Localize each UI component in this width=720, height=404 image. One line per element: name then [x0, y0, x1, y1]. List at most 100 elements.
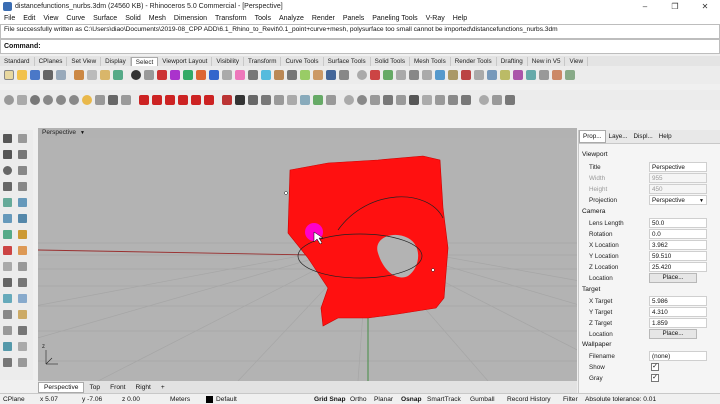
surface-icon[interactable] [3, 198, 12, 207]
menu-file[interactable]: File [0, 15, 19, 22]
tab-visibility[interactable]: Visibility [212, 57, 244, 66]
display-mode-ghosted-icon[interactable] [178, 95, 188, 105]
select-dimensions-icon[interactable] [248, 70, 258, 80]
osnap-intersect-icon[interactable] [409, 95, 419, 105]
select-curves-icon[interactable] [157, 70, 167, 80]
y-target-field[interactable]: 4.310 [649, 307, 707, 317]
tab-perspective[interactable]: Perspective [38, 381, 85, 393]
menu-solid[interactable]: Solid [121, 15, 145, 22]
z-target-field[interactable]: 1.859 [649, 318, 707, 328]
menu-mesh[interactable]: Mesh [145, 15, 170, 22]
tab-drafting[interactable]: Drafting [497, 57, 528, 66]
menu-view[interactable]: View [39, 15, 62, 22]
planar-toggle[interactable]: Planar [374, 396, 401, 403]
select-leaders-icon[interactable] [461, 70, 471, 80]
pan-icon[interactable] [4, 95, 14, 105]
select-duplicates-icon[interactable] [313, 70, 323, 80]
red-nurbs-surface[interactable] [287, 155, 449, 327]
import-icon[interactable] [56, 70, 66, 80]
tab-layers[interactable]: Laye... [606, 133, 631, 140]
z-location-field[interactable]: 25.420 [649, 262, 707, 272]
osnap-tan-icon[interactable] [435, 95, 445, 105]
projection-dropdown[interactable]: Perspective ▼ [649, 195, 707, 205]
environment-icon[interactable] [300, 95, 310, 105]
layer-icon[interactable] [18, 358, 27, 367]
grid-snap-toggle[interactable]: Grid Snap [314, 396, 350, 403]
select-last-icon[interactable] [287, 70, 297, 80]
cplane-label[interactable]: CPlane [0, 396, 40, 403]
named-view-icon[interactable] [261, 95, 271, 105]
gumball-icon[interactable] [479, 95, 489, 105]
display-mode-shaded-icon[interactable] [152, 95, 162, 105]
zoom-selected-icon[interactable] [69, 95, 79, 105]
print-icon[interactable] [43, 70, 53, 80]
tab-standard[interactable]: Standard [0, 57, 35, 66]
menu-transform[interactable]: Transform [211, 15, 251, 22]
place-target-button[interactable]: Place... [649, 329, 697, 339]
display-mode-wireframe-icon[interactable] [139, 95, 149, 105]
capture-viewport-icon[interactable] [248, 95, 258, 105]
menu-help[interactable]: Help [449, 15, 471, 22]
orbit-icon[interactable] [505, 95, 515, 105]
rotate-icon[interactable] [3, 294, 12, 303]
select-print-width-icon[interactable] [552, 70, 562, 80]
curve-icon[interactable] [18, 150, 27, 159]
select-linetype-icon[interactable] [539, 70, 549, 80]
paste-icon[interactable] [100, 70, 110, 80]
mirror-icon[interactable] [3, 310, 12, 319]
viewport-properties-icon[interactable] [274, 95, 284, 105]
viewport-canvas[interactable]: z [38, 138, 577, 381]
select-render-color-icon[interactable] [513, 70, 523, 80]
text-icon[interactable] [18, 326, 27, 335]
close-button[interactable]: ✕ [690, 0, 720, 13]
select-dots-icon[interactable] [409, 70, 419, 80]
menu-panels[interactable]: Panels [339, 15, 368, 22]
select-all-icon[interactable] [131, 70, 141, 80]
zoom-window-icon[interactable] [43, 95, 53, 105]
select-previous-icon[interactable] [300, 70, 310, 80]
filter-toggle[interactable]: Filter [563, 396, 585, 403]
invert-selection-icon[interactable] [326, 70, 336, 80]
add-viewport-tab-button[interactable]: + [156, 384, 170, 391]
select-polysurfaces-icon[interactable] [183, 70, 193, 80]
select-arrow-icon[interactable] [3, 134, 12, 143]
select-lights-icon[interactable] [209, 70, 219, 80]
menu-vray[interactable]: V-Ray [422, 15, 449, 22]
tab-curve-tools[interactable]: Curve Tools [281, 57, 324, 66]
osnap-perp-icon[interactable] [422, 95, 432, 105]
menu-dimension[interactable]: Dimension [170, 15, 211, 22]
tab-select[interactable]: Select [130, 57, 159, 66]
save-icon[interactable] [30, 70, 40, 80]
display-mode-xray-icon[interactable] [191, 95, 201, 105]
mesh-icon[interactable] [3, 230, 12, 239]
tab-new-in-v5[interactable]: New in V5 [528, 57, 566, 66]
menu-paneling-tools[interactable]: Paneling Tools [368, 15, 421, 22]
gray-checkbox[interactable]: ✓ [651, 374, 659, 382]
lens-length-field[interactable]: 50.0 [649, 218, 707, 228]
zoom-icon[interactable] [30, 95, 40, 105]
tab-solid-tools[interactable]: Solid Tools [371, 57, 410, 66]
point-icon[interactable] [18, 134, 27, 143]
walk-icon[interactable] [492, 95, 502, 105]
polyline-icon[interactable] [3, 150, 12, 159]
split-icon[interactable] [18, 246, 27, 255]
array-icon[interactable] [18, 310, 27, 319]
record-history-toggle[interactable]: Record History [507, 396, 563, 403]
ground-plane-icon[interactable] [326, 95, 336, 105]
tab-display[interactable]: Displ... [630, 133, 655, 140]
show-checkbox[interactable]: ✓ [651, 363, 659, 371]
light-icon[interactable] [18, 230, 27, 239]
undo-view-icon[interactable] [95, 95, 105, 105]
select-groups-icon[interactable] [500, 70, 510, 80]
menu-tools[interactable]: Tools [251, 15, 275, 22]
osnap-quad-icon[interactable] [448, 95, 458, 105]
analyze-icon[interactable] [3, 342, 12, 351]
trim-icon[interactable] [3, 246, 12, 255]
command-line[interactable]: Command: [0, 39, 720, 54]
tab-front[interactable]: Front [105, 384, 130, 391]
sun-icon[interactable] [313, 95, 323, 105]
hide-icon[interactable] [18, 342, 27, 351]
explode-icon[interactable] [18, 262, 27, 271]
osnap-toggle[interactable]: Osnap [401, 396, 427, 403]
y-location-field[interactable]: 59.510 [649, 251, 707, 261]
